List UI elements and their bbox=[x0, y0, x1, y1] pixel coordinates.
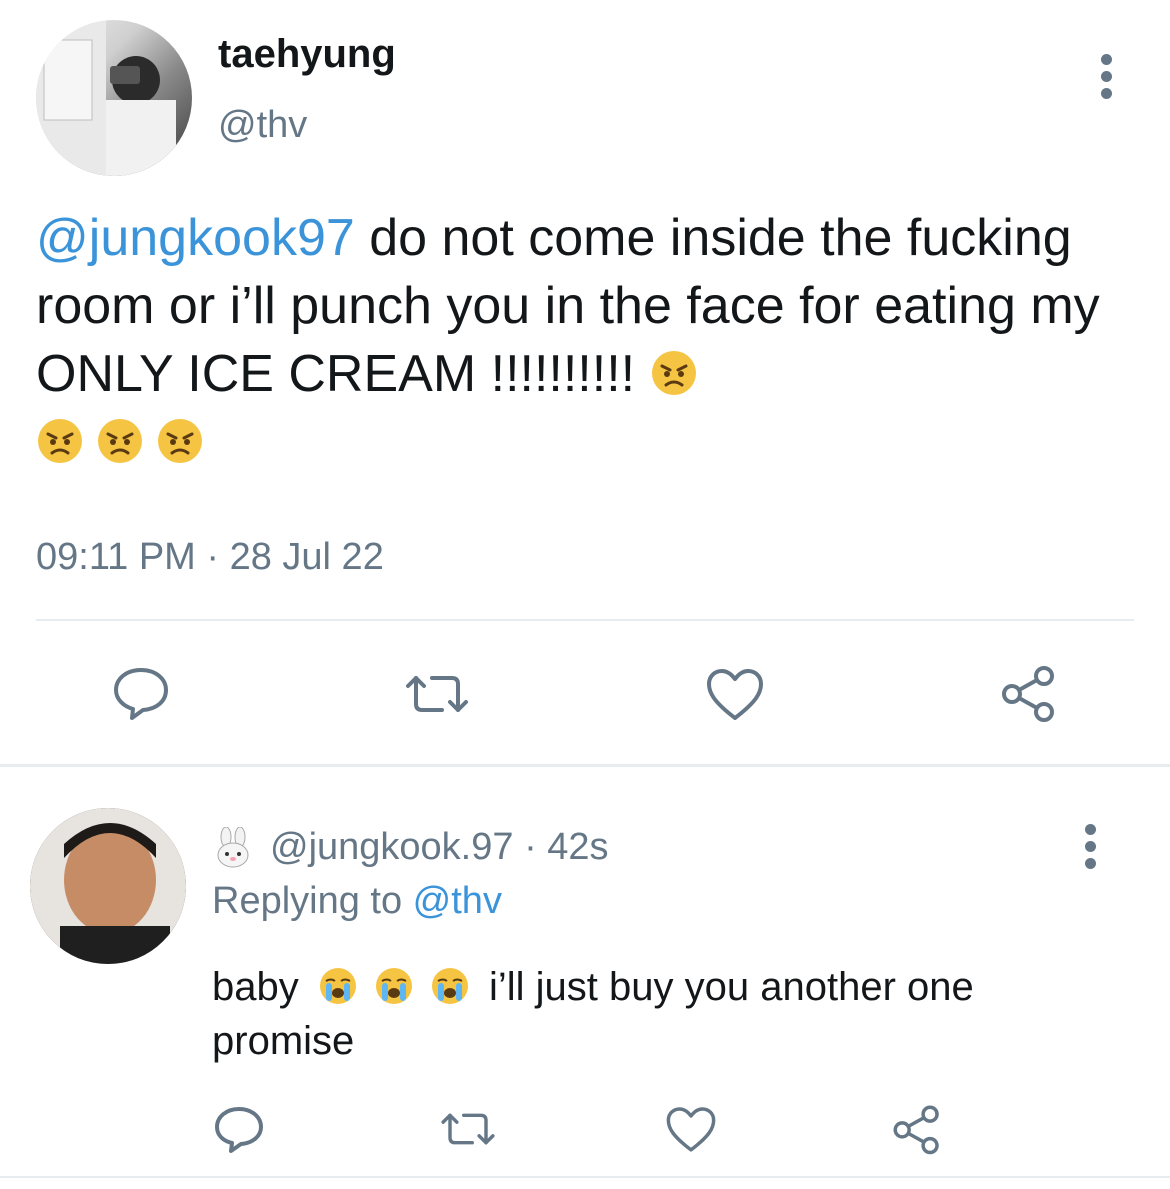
replying-handle[interactable]: @thv bbox=[413, 880, 502, 922]
retweet-icon[interactable] bbox=[402, 670, 472, 718]
avatar-jungkook[interactable] bbox=[30, 808, 186, 964]
reply-text: baby i’ll just buy you another one promi… bbox=[212, 960, 1112, 1068]
retweet-icon[interactable] bbox=[438, 1108, 498, 1150]
share-icon[interactable] bbox=[998, 662, 1060, 724]
reply-text-start: baby bbox=[212, 965, 299, 1009]
replying-label: Replying to bbox=[212, 880, 413, 922]
reply-header: @jungkook.97 · 42s bbox=[212, 826, 609, 869]
crying-emoji-icon bbox=[375, 968, 412, 1004]
avatar-photo-icon bbox=[36, 20, 176, 176]
share-icon[interactable] bbox=[890, 1102, 944, 1156]
rabbit-emoji-icon bbox=[217, 826, 249, 867]
crying-emoji-icon bbox=[319, 968, 356, 1004]
avatar-photo-icon bbox=[30, 808, 186, 964]
user-handle[interactable]: @thv bbox=[218, 104, 307, 147]
avatar-taehyung[interactable] bbox=[36, 20, 192, 176]
mention-link[interactable]: @jungkook97 bbox=[36, 209, 355, 267]
angry-emoji-icon bbox=[158, 419, 202, 463]
bottom-divider bbox=[0, 1176, 1170, 1178]
tweet-text: @jungkook97 do not come inside the fucki… bbox=[36, 204, 1136, 476]
like-icon[interactable] bbox=[664, 1104, 718, 1154]
tweet-timestamp[interactable]: 09:11 PM · 28 Jul 22 bbox=[36, 536, 384, 579]
angry-emoji-icon bbox=[38, 419, 82, 463]
divider bbox=[36, 619, 1134, 621]
reply-icon[interactable] bbox=[110, 664, 172, 722]
reply-handle[interactable]: @jungkook.97 · 42s bbox=[270, 826, 609, 869]
more-icon[interactable] bbox=[1096, 54, 1116, 105]
like-icon[interactable] bbox=[704, 666, 766, 722]
crying-emoji-icon bbox=[431, 968, 468, 1004]
angry-emoji-icon bbox=[651, 351, 696, 395]
replying-to: Replying to @thv bbox=[212, 880, 502, 923]
reply-icon[interactable] bbox=[212, 1104, 266, 1154]
display-name[interactable]: taehyung bbox=[218, 32, 396, 77]
more-icon[interactable] bbox=[1080, 824, 1100, 875]
angry-emoji-icon bbox=[98, 419, 142, 463]
section-divider bbox=[0, 764, 1170, 767]
